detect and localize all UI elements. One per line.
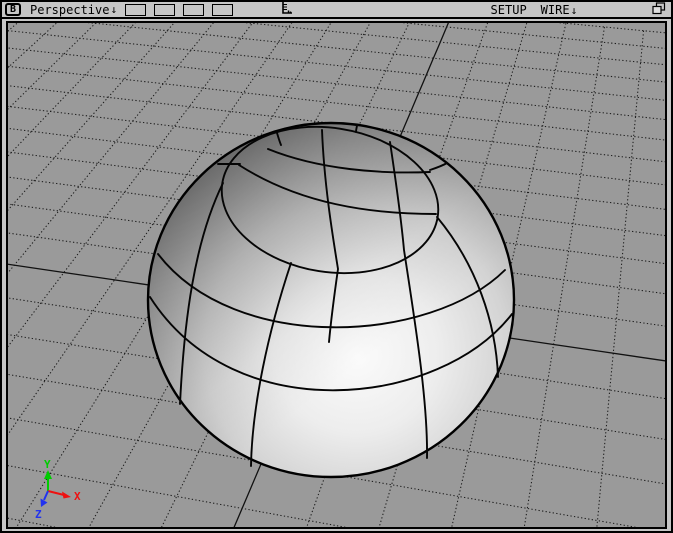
grid-line xyxy=(6,21,171,508)
x-axis-line xyxy=(48,491,64,495)
grid-line xyxy=(6,21,71,473)
layout-preset-button-4[interactable] xyxy=(212,4,233,16)
view-menu[interactable]: Perspective↓ xyxy=(30,3,117,17)
dome-object[interactable] xyxy=(148,112,514,477)
grid-line xyxy=(6,21,667,121)
x-axis-label: X xyxy=(74,490,81,503)
window-frame: Y X Z xyxy=(2,21,671,531)
grid-line xyxy=(6,21,137,497)
z-axis-label: Z xyxy=(35,508,42,521)
grid-line xyxy=(6,21,667,66)
y-axis-arrow xyxy=(44,470,52,479)
axis-triad: Y X Z xyxy=(35,458,81,521)
grid-line xyxy=(6,21,7,451)
scene-svg: Y X Z xyxy=(6,21,667,529)
layout-preset-button-1[interactable] xyxy=(125,4,146,16)
dropdown-arrow-icon: ↓ xyxy=(110,3,117,16)
z-axis-line xyxy=(44,491,48,500)
window-mode-button[interactable]: B xyxy=(5,3,21,16)
viewport-titlebar: B Perspective↓ SETUP WIRE↓ xyxy=(2,2,671,19)
grid-line xyxy=(6,21,667,102)
window-mode-button-label: B xyxy=(10,5,16,15)
grid-line xyxy=(581,31,643,529)
viewport-3d[interactable]: Y X Z xyxy=(6,21,667,529)
grid-line xyxy=(6,21,104,485)
layout-preset-button-2[interactable] xyxy=(154,4,175,16)
menu-wire[interactable]: WIRE↓ xyxy=(541,3,578,17)
dropdown-arrow-icon: ↓ xyxy=(571,4,578,17)
grid-line xyxy=(501,27,605,529)
grid-line xyxy=(6,21,667,50)
grid-line xyxy=(664,35,667,530)
y-axis-label: Y xyxy=(44,458,51,471)
menu-setup[interactable]: SETUP xyxy=(491,3,527,17)
app-window: B Perspective↓ SETUP WIRE↓ xyxy=(0,0,673,533)
x-axis-arrow xyxy=(62,492,71,499)
layout-preset-button-3[interactable] xyxy=(183,4,204,16)
grid-line xyxy=(6,21,667,84)
view-menu-label: Perspective xyxy=(30,3,109,17)
